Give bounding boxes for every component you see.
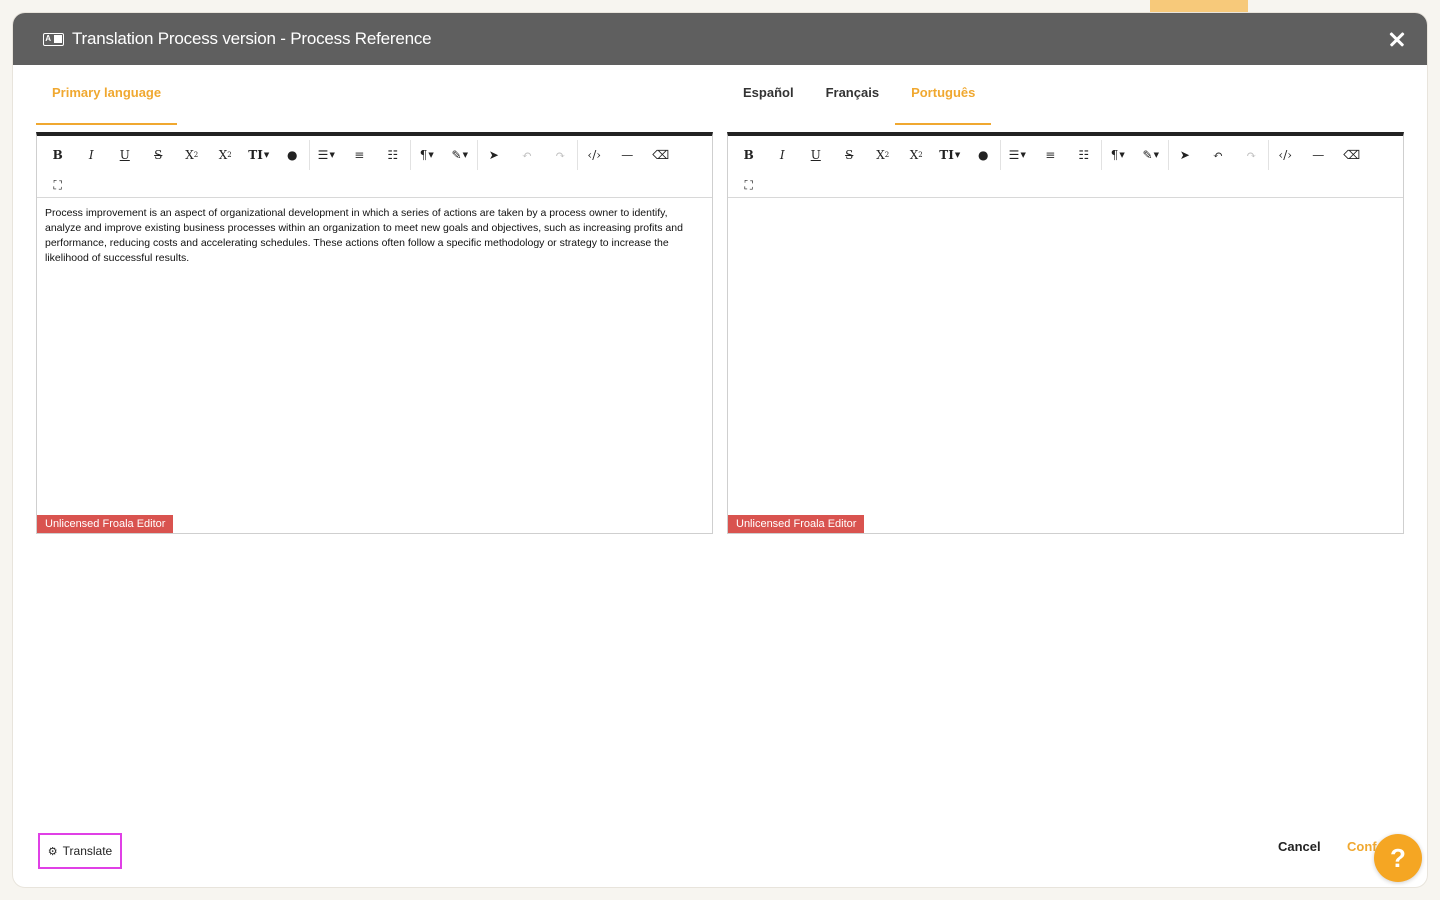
translate-button[interactable]: ⚙ Translate bbox=[38, 833, 122, 869]
license-badge[interactable]: Unlicensed Froala Editor bbox=[37, 515, 174, 533]
gear-icon: ⚙ bbox=[47, 845, 58, 858]
subscript-button[interactable]: X2 bbox=[175, 140, 209, 170]
close-icon[interactable] bbox=[1385, 27, 1409, 51]
editor-toolbar: B I U S X2 X2 TI ▼ ● ☰ ▼ ≡ ☷ ¶ ▼ ✎ ▼ ➤ ↶ ↷ ‹… bbox=[728, 136, 1403, 198]
background-tab bbox=[1150, 0, 1248, 13]
fullscreen-icon[interactable]: ⛶ bbox=[732, 170, 766, 200]
underline-button[interactable]: U bbox=[108, 140, 142, 170]
superscript-button[interactable]: X2 bbox=[209, 140, 243, 170]
superscript-button[interactable]: X2 bbox=[900, 140, 934, 170]
horizontal-line-icon[interactable]: — bbox=[1302, 140, 1336, 170]
select-all-icon[interactable]: ➤ bbox=[476, 140, 511, 170]
font-size-button[interactable]: TI ▼ bbox=[933, 140, 967, 170]
horizontal-line-icon[interactable]: — bbox=[611, 140, 645, 170]
tab-espanol[interactable]: Español bbox=[727, 85, 810, 125]
tab-primary-language[interactable]: Primary language bbox=[36, 85, 178, 125]
code-view-icon[interactable]: ‹/› bbox=[577, 140, 611, 170]
undo-icon[interactable]: ↶ bbox=[1201, 140, 1235, 170]
primary-tabs: Primary language bbox=[36, 65, 713, 125]
language-tabs: Español Français Português bbox=[727, 65, 1404, 125]
confirm-button[interactable]: Conf bbox=[1347, 839, 1377, 854]
underline-button[interactable]: U bbox=[799, 140, 833, 170]
bold-button[interactable]: B bbox=[41, 140, 75, 170]
paragraph-format-icon[interactable]: ¶ ▼ bbox=[409, 140, 444, 170]
redo-icon[interactable]: ↷ bbox=[1235, 140, 1269, 170]
paragraph-style-icon[interactable]: ✎ ▼ bbox=[1134, 140, 1168, 170]
undo-icon[interactable]: ↶ bbox=[510, 140, 544, 170]
ordered-list-icon[interactable]: ≡ bbox=[343, 140, 377, 170]
font-size-button[interactable]: TI ▼ bbox=[242, 140, 276, 170]
tab-francais[interactable]: Français bbox=[810, 85, 895, 125]
translation-editor: B I U S X2 X2 TI ▼ ● ☰ ▼ ≡ ☷ ¶ ▼ ✎ ▼ ➤ ↶ ↷ ‹… bbox=[727, 132, 1404, 534]
text-color-icon[interactable]: ● bbox=[276, 140, 310, 170]
primary-language-pane: Primary language B I U S X2 X2 TI ▼ ● ☰ ▼ … bbox=[36, 65, 713, 534]
align-icon[interactable]: ☰ ▼ bbox=[309, 140, 343, 170]
clear-formatting-icon[interactable]: ⌫ bbox=[644, 140, 678, 170]
primary-editor: B I U S X2 X2 TI ▼ ● ☰ ▼ ≡ ☷ ¶ ▼ ✎ ▼ ➤ ↶ ↷ ‹… bbox=[36, 132, 713, 534]
license-badge[interactable]: Unlicensed Froala Editor bbox=[728, 515, 865, 533]
unordered-list-icon[interactable]: ☷ bbox=[1067, 140, 1101, 170]
italic-button[interactable]: I bbox=[75, 140, 109, 170]
redo-icon[interactable]: ↷ bbox=[544, 140, 578, 170]
paragraph-format-icon[interactable]: ¶ ▼ bbox=[1100, 140, 1135, 170]
tab-portugues[interactable]: Português bbox=[895, 85, 992, 125]
fullscreen-icon[interactable]: ⛶ bbox=[41, 170, 75, 200]
translation-pane: Español Français Português B I U S X2 X2… bbox=[727, 65, 1404, 534]
unordered-list-icon[interactable]: ☷ bbox=[376, 140, 410, 170]
editor-content[interactable]: Process improvement is an aspect of orga… bbox=[37, 198, 712, 274]
subscript-button[interactable]: X2 bbox=[866, 140, 900, 170]
ordered-list-icon[interactable]: ≡ bbox=[1034, 140, 1068, 170]
paragraph-style-icon[interactable]: ✎ ▼ bbox=[443, 140, 477, 170]
editor-toolbar: B I U S X2 X2 TI ▼ ● ☰ ▼ ≡ ☷ ¶ ▼ ✎ ▼ ➤ ↶ ↷ ‹… bbox=[37, 136, 712, 198]
bold-button[interactable]: B bbox=[732, 140, 766, 170]
editor-content[interactable] bbox=[728, 198, 1403, 214]
help-button[interactable]: ? bbox=[1374, 834, 1422, 882]
strikethrough-button[interactable]: S bbox=[142, 140, 176, 170]
select-all-icon[interactable]: ➤ bbox=[1167, 140, 1202, 170]
clear-formatting-icon[interactable]: ⌫ bbox=[1335, 140, 1369, 170]
code-view-icon[interactable]: ‹/› bbox=[1268, 140, 1302, 170]
modal-header: A Translation Process version - Process … bbox=[13, 13, 1427, 65]
text-color-icon[interactable]: ● bbox=[967, 140, 1001, 170]
translation-modal: A Translation Process version - Process … bbox=[13, 13, 1427, 887]
align-icon[interactable]: ☰ ▼ bbox=[1000, 140, 1034, 170]
modal-title: Translation Process version - Process Re… bbox=[72, 29, 432, 48]
cancel-button[interactable]: Cancel bbox=[1278, 839, 1321, 854]
strikethrough-button[interactable]: S bbox=[833, 140, 867, 170]
italic-button[interactable]: I bbox=[766, 140, 800, 170]
translate-label: Translate bbox=[62, 844, 113, 858]
translate-language-icon: A bbox=[43, 32, 64, 46]
